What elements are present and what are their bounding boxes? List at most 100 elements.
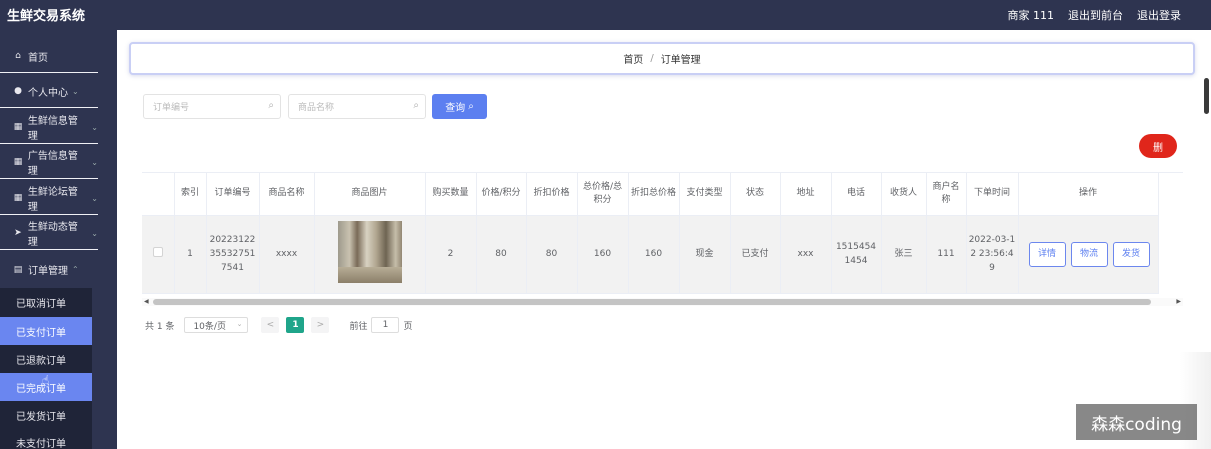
sidebar-item-label: 个人中心	[28, 87, 68, 99]
product-name-cell: xxxx	[259, 215, 315, 294]
order-time-cell: 2022-03-12 23:56:49	[966, 215, 1019, 294]
header-cell: 商品图片	[314, 173, 426, 216]
sidebar-item-ads[interactable]: ▦ 广告信息管理 ⌄	[0, 146, 98, 179]
grid-icon: ▦	[13, 157, 23, 167]
goto-suffix: 页	[403, 321, 413, 332]
sidebar-item-fresh-info[interactable]: ▦ 生鲜信息管理 ⌄	[0, 111, 98, 144]
orders-table: 索引 订单编号 商品名称 商品图片 购买数量 价格/积分 折扣价格 总价格/总积…	[142, 172, 1183, 308]
pay-type-cell: 现金	[679, 215, 731, 294]
prev-page-button[interactable]: <	[261, 317, 280, 333]
product-image	[337, 220, 402, 283]
sidebar-item-label: 订单管理	[28, 266, 68, 277]
address-cell: xxx	[780, 215, 832, 294]
send-icon: ➤	[14, 228, 22, 238]
sidebar-item-label: 生鲜信息管理	[27, 116, 78, 142]
sidebar-item-label: 生鲜动态管理	[27, 222, 78, 248]
submenu-item-cancelled[interactable]: 已取消订单	[0, 288, 92, 316]
orders-submenu: 已取消订单 已支付订单 已退款订单 已完成订单 已发货订单 未支付订单	[0, 288, 92, 449]
product-image-cell	[314, 215, 426, 294]
main-content: 首页 / 订单管理 订单编号 ⌕ 商品名称 ⌕ 查询 ⌕ 删 索引 订单编号 商…	[117, 30, 1211, 449]
sidebar-item-personal-center[interactable]: ● 个人中心 ⌄	[0, 75, 98, 108]
exit-to-frontend-link[interactable]: 退出到前台	[1068, 7, 1123, 23]
table-row: 1 20223122355327517541 xxxx 2 80 80 160 …	[142, 215, 1159, 294]
chevron-down-icon: ⌄	[91, 122, 98, 132]
search-icon: ⌕	[268, 100, 274, 111]
pagination: 共 1 条 10条/页 ⌄ < 1 > 前往 1 页	[145, 317, 412, 333]
header-cell: 下单时间	[966, 173, 1019, 216]
current-user-label: 商家 111	[1007, 9, 1055, 22]
detail-button[interactable]: 详情	[1028, 241, 1066, 267]
header-cell: 折扣总价格	[628, 173, 680, 216]
row-select-cell	[142, 215, 175, 294]
goto-page-input[interactable]: 1	[371, 317, 400, 333]
sidebar-item-home[interactable]: ⌂ 首页	[0, 40, 98, 73]
sidebar-item-label: 首页	[28, 52, 48, 64]
submenu-item-paid[interactable]: 已支付订单	[0, 317, 92, 345]
sidebar-item-news[interactable]: ➤ 生鲜动态管理 ⌄	[0, 217, 98, 250]
query-button[interactable]: 查询 ⌕	[432, 94, 487, 119]
header-cell: 商户名称	[926, 173, 967, 216]
header-cell: 状态	[730, 173, 781, 216]
scroll-left-icon[interactable]: ◀	[144, 298, 149, 305]
submenu-item-unpaid[interactable]: 未支付订单	[0, 428, 92, 449]
chevron-down-icon: ⌄	[91, 157, 98, 167]
header-actions: 商家 111 退出到前台 退出登录	[1008, 7, 1182, 23]
submenu-item-refunded[interactable]: 已退款订单	[0, 345, 92, 373]
breadcrumb-separator: /	[650, 53, 654, 64]
breadcrumb-home[interactable]: 首页	[623, 51, 643, 66]
top-header: 生鲜交易系统 商家 111 退出到前台 退出登录	[0, 0, 1211, 30]
header-cell: 地址	[780, 173, 832, 216]
scroll-right-icon[interactable]: ▶	[1176, 298, 1181, 305]
submenu-item-shipped[interactable]: 已发货订单	[0, 401, 92, 429]
order-no-placeholder: 订单编号	[153, 103, 190, 113]
page-number-current[interactable]: 1	[286, 317, 305, 333]
home-icon: ⌂	[15, 51, 21, 61]
sidebar-item-forum[interactable]: ▦ 生鲜论坛管理 ⌄	[0, 182, 98, 215]
header-cell: 总价格/总积分	[577, 173, 629, 216]
list-icon: ▤	[13, 264, 23, 275]
delete-button[interactable]: 删	[1139, 134, 1177, 158]
table-header-row: 索引 订单编号 商品名称 商品图片 购买数量 价格/积分 折扣价格 总价格/总积…	[142, 173, 1159, 216]
pagination-total: 共 1 条	[145, 321, 175, 332]
product-name-search-input[interactable]: 商品名称 ⌕	[288, 94, 426, 119]
scrollbar-thumb[interactable]	[153, 299, 1151, 305]
chevron-down-icon: ⌄	[91, 228, 98, 238]
chevron-down-icon: ⌄	[236, 320, 243, 328]
merchant-cell: 111	[926, 215, 967, 294]
page-size-value: 10条/页	[193, 321, 226, 332]
header-cell: 收货人	[881, 173, 927, 216]
sidebar: ⌂ 首页 ● 个人中心 ⌄ ▦ 生鲜信息管理 ⌄ ▦ 广告信息管理 ⌄ ▦ 生鲜…	[0, 30, 117, 449]
header-cell: 操作	[1018, 173, 1159, 216]
header-cell: 支付类型	[679, 173, 731, 216]
chevron-up-icon: ⌃	[72, 265, 79, 274]
user-icon: ●	[14, 86, 22, 96]
chevron-down-icon: ⌄	[72, 86, 79, 96]
quantity-cell: 2	[425, 215, 477, 294]
logistics-button[interactable]: 物流	[1070, 241, 1108, 267]
next-page-button[interactable]: >	[311, 317, 330, 333]
header-cell: 购买数量	[425, 173, 477, 216]
logout-link[interactable]: 退出登录	[1137, 7, 1181, 23]
total-price-cell: 160	[577, 215, 629, 294]
header-cell: 索引	[174, 173, 207, 216]
page-size-select[interactable]: 10条/页 ⌄	[184, 317, 249, 333]
page-vertical-scrollbar[interactable]	[1204, 78, 1209, 114]
table-horizontal-scrollbar[interactable]: ◀ ▶	[142, 298, 1183, 306]
header-select	[142, 173, 175, 216]
grid-icon: ▦	[13, 193, 23, 203]
order-no-cell: 20223122355327517541	[206, 215, 260, 294]
receiver-cell: 张三	[881, 215, 927, 294]
row-checkbox[interactable]	[152, 246, 163, 257]
ship-button[interactable]: 发货	[1112, 241, 1150, 267]
header-cell: 折扣价格	[526, 173, 578, 216]
sidebar-item-label: 广告信息管理	[27, 151, 78, 177]
sidebar-item-orders[interactable]: ▤ 订单管理 ⌃	[0, 253, 98, 286]
order-no-search-input[interactable]: 订单编号 ⌕	[143, 94, 281, 119]
sidebar-item-label: 生鲜论坛管理	[27, 187, 78, 213]
header-cell: 订单编号	[206, 173, 260, 216]
header-cell: 电话	[831, 173, 882, 216]
index-cell: 1	[174, 215, 207, 294]
phone-cell: 15154541454	[831, 215, 882, 294]
search-icon: ⌕	[413, 100, 419, 111]
goto-prefix: 前往	[349, 321, 368, 332]
